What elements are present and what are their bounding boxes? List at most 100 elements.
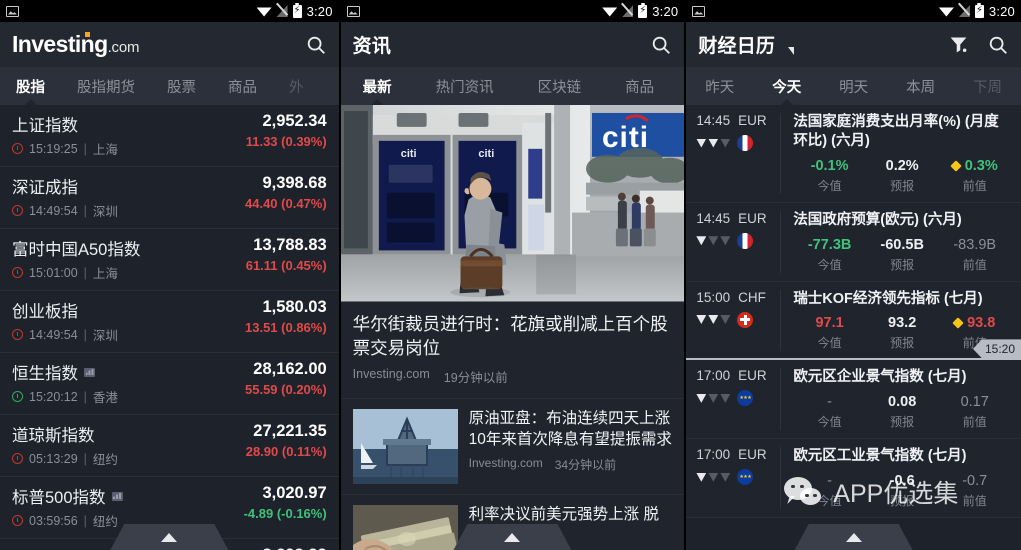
tab-calendar-0[interactable]: 昨天: [686, 67, 753, 105]
tab-calendar-1[interactable]: 今天: [753, 67, 820, 105]
quote-change: 13.51 (0.86%): [245, 320, 327, 335]
scroll-to-top-button[interactable]: [795, 524, 913, 550]
search-icon[interactable]: [305, 34, 327, 56]
tabstrip-quotes[interactable]: 股指 股指期货 股票 商品 外: [0, 67, 339, 105]
label-previous: 前值: [962, 415, 987, 430]
clock-icon: [12, 143, 23, 154]
calendar-row[interactable]: 14:45 EUR 法国政府预算(欧元) (六月) -77.3B 今值 -60.…: [686, 202, 1021, 282]
calendar-row[interactable]: 17:00 EUR 欧元区企业景气指数 (七月): [686, 360, 1021, 440]
quote-row[interactable]: 创业板指 14:49:54 | 深圳 1,580.03 13.51 (0.86%…: [0, 291, 339, 353]
quote-market: 深圳: [92, 329, 118, 343]
status-bar-2: 3:20: [340, 0, 685, 22]
calendar-row[interactable]: 15:00 CHF 瑞士KOF经济领先指标 (七月) 97.1 今值 93.2 …: [686, 281, 1021, 361]
app-bar-news: 资讯: [340, 22, 685, 67]
chevron-down-icon[interactable]: [787, 47, 794, 55]
volatility-meter: [696, 315, 731, 325]
flag-eu-icon: [737, 469, 754, 486]
separator: |: [83, 203, 87, 218]
quote-list[interactable]: 上证指数 15:19:25 | 上海 2,952.34 11.33 (0.39%…: [0, 105, 339, 550]
calendar-row[interactable]: 14:45 EUR 法国家庭消费支出月率(%) (月度环比) (六月) -0.1…: [686, 105, 1021, 203]
tab-label: 下周: [973, 79, 1003, 96]
scroll-to-top-button[interactable]: [110, 524, 228, 550]
event-actual: -: [827, 394, 833, 411]
quote-row[interactable]: 富时中国A50指数 15:01:00 | 上海 13,788.83 61.11 …: [0, 229, 339, 291]
event-currency: EUR: [738, 447, 767, 463]
tab-news-0[interactable]: 最新: [341, 67, 414, 105]
quote-row[interactable]: 恒生指数 15:20:12 | 香港 28,162.00 55.59 (0.20…: [0, 353, 339, 415]
tabstrip-news[interactable]: 最新 热门资讯 区块链 商品: [340, 67, 685, 105]
quote-name: 恒生指数: [12, 365, 78, 383]
tab-label: 股指: [16, 79, 45, 96]
hero-image[interactable]: citi citi citi: [340, 105, 685, 302]
tab-label: 股票: [167, 79, 196, 96]
tab-quotes-0[interactable]: 股指: [0, 67, 61, 105]
status-clock: 3:20: [652, 3, 679, 19]
tab-label: 明天: [839, 79, 869, 96]
tab-label: 最新: [362, 79, 392, 96]
tab-news-2[interactable]: 区块链: [516, 67, 604, 105]
tab-quotes-4[interactable]: 外: [273, 67, 320, 105]
oil-rig-photo: [352, 409, 458, 485]
event-forecast: 0.2%: [885, 157, 919, 174]
panel-news: 3:20 资讯 最新 热门资讯 区块链 商品: [340, 0, 685, 550]
tab-news-1[interactable]: 热门资讯: [414, 67, 516, 105]
event-name: 瑞士KOF经济领先指标 (七月): [793, 290, 983, 307]
label-actual: 今值: [817, 415, 842, 430]
now-timeline: [686, 358, 1021, 361]
scroll-to-top-button[interactable]: [453, 524, 571, 550]
filter-icon[interactable]: [948, 34, 969, 55]
quote-time: 05:13:29: [29, 451, 78, 466]
tab-label: 区块链: [537, 79, 582, 96]
tab-quotes-1[interactable]: 股指期货: [61, 67, 151, 105]
page-title[interactable]: 财经日历: [698, 31, 794, 58]
search-icon[interactable]: [987, 34, 1009, 56]
svg-text:citi: citi: [400, 148, 416, 160]
search-icon[interactable]: [650, 34, 672, 56]
quote-name: 富时中国A50指数: [12, 241, 141, 259]
watermark-text: APP优选集: [833, 480, 959, 508]
quote-row[interactable]: 上证指数 15:19:25 | 上海 2,952.34 11.33 (0.39%…: [0, 105, 339, 167]
clock-icon: [12, 391, 23, 402]
quote-row[interactable]: 深证成指 14:49:54 | 深圳 9,398.68 44.40 (0.47%…: [0, 167, 339, 229]
hero-text[interactable]: 华尔街裁员进行时：花旗或削减上百个股票交易岗位 Investing.com 19…: [340, 302, 685, 400]
tab-calendar-3[interactable]: 本周: [887, 67, 954, 105]
quote-time: 15:01:00: [29, 265, 78, 280]
app-bar-quotes: Investing .com: [0, 22, 339, 67]
tab-news-3[interactable]: 商品: [603, 67, 676, 105]
tab-label: 昨天: [705, 79, 735, 96]
news-list[interactable]: citi citi citi 华尔街裁员进行时：花旗或削减上百个股票交易岗位 I…: [340, 105, 685, 550]
tab-quotes-2[interactable]: 股票: [151, 67, 212, 105]
volatility-bar: [696, 472, 707, 482]
quote-name: 上证指数: [12, 117, 78, 135]
news-thumbnail: [352, 409, 458, 485]
tab-quotes-3[interactable]: 商品: [212, 67, 273, 105]
panel-calendar: 3:20 财经日历: [686, 0, 1021, 550]
clock-icon: [12, 205, 23, 216]
volatility-meter: [696, 138, 731, 148]
tabstrip-calendar[interactable]: 昨天 今天 明天 本周 下周: [686, 67, 1021, 105]
label-previous: 前值: [962, 257, 987, 272]
label-forecast: 预报: [890, 178, 915, 193]
calendar-list[interactable]: 14:45 EUR 法国家庭消费支出月率(%) (月度环比) (六月) -0.1…: [686, 105, 1021, 519]
battery-charging-icon: [292, 2, 302, 18]
news-source: Investing.com: [468, 455, 543, 470]
flag-ch-icon: [737, 311, 754, 328]
quote-row[interactable]: 道琼斯指数 05:13:29 | 纽约 27,221.35 28.90 (0.1…: [0, 415, 339, 477]
flag-eu-icon: [737, 390, 754, 407]
quote-time: 14:49:54: [29, 327, 78, 342]
clock-icon: [12, 515, 23, 526]
quote-last: 3,020.97: [262, 484, 327, 502]
quote-name-wrap: 上证指数: [12, 112, 238, 136]
news-list-item[interactable]: 原油亚盘：布油连续四天上涨 10年来首次降息有望提振需求 Investing.c…: [340, 399, 685, 496]
tab-calendar-2[interactable]: 明天: [820, 67, 887, 105]
news-headline: 原油亚盘：布油连续四天上涨 10年来首次降息有望提振需求: [468, 410, 672, 449]
logo-suffix: .com: [107, 39, 140, 56]
tab-label: 商品: [625, 79, 655, 96]
tab-calendar-4[interactable]: 下周: [954, 67, 1021, 105]
separator: |: [83, 513, 87, 528]
quote-last: 13,788.83: [253, 236, 327, 254]
volatility-bar: [696, 393, 707, 403]
image-icon: [692, 5, 706, 17]
flag-fr-icon: [737, 135, 754, 151]
wifi-icon: [602, 7, 618, 17]
